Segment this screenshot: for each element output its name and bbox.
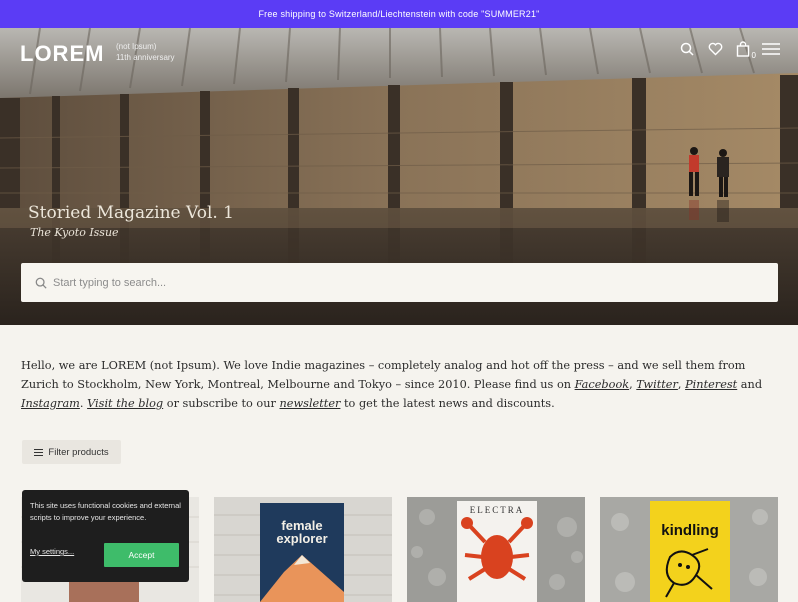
- intro-text: Hello, we are LOREM (not Ipsum). We love…: [21, 356, 781, 413]
- cover-title-2: explorer: [276, 531, 327, 546]
- accept-button[interactable]: Accept: [104, 543, 179, 567]
- product-image: kindling: [600, 497, 778, 602]
- product-card[interactable]: kindling: [600, 497, 778, 602]
- product-image: ELECTRA: [407, 497, 585, 602]
- header-icons: 0: [678, 40, 780, 60]
- newsletter-link[interactable]: newsletter: [280, 397, 341, 410]
- hero-subtitle: The Kyoto Issue: [30, 226, 119, 239]
- filter-products-button[interactable]: Filter products: [22, 440, 121, 464]
- search-input[interactable]: [53, 276, 753, 289]
- intro-dot: .: [79, 397, 88, 410]
- intro-p2: or subscribe to our: [163, 397, 280, 410]
- cookie-settings-link[interactable]: My settings...: [30, 547, 74, 556]
- intro-p3: to get the latest news and discounts.: [340, 397, 555, 410]
- product-image: female explorer: [214, 497, 392, 602]
- bag-icon[interactable]: 0: [734, 40, 756, 60]
- facebook-link[interactable]: Facebook: [575, 378, 630, 391]
- cover-title: kindling: [661, 522, 719, 539]
- cart-count: 0: [751, 51, 756, 60]
- filter-label: Filter products: [48, 446, 109, 458]
- menu-icon[interactable]: [762, 40, 780, 58]
- cookie-text: This site uses functional cookies and ex…: [30, 501, 181, 522]
- hero-title[interactable]: Storied Magazine Vol. 1: [28, 203, 234, 223]
- blog-link[interactable]: Visit the blog: [87, 397, 163, 410]
- site-logo[interactable]: LOREM: [20, 41, 104, 67]
- promo-text: Free shipping to Switzerland/Liechtenste…: [258, 9, 540, 19]
- instagram-link[interactable]: Instagram: [21, 397, 80, 410]
- cover-title: ELECTRA: [470, 505, 525, 515]
- product-card[interactable]: ELECTRA: [407, 497, 585, 602]
- filter-icon: [34, 448, 44, 456]
- product-card[interactable]: female explorer: [214, 497, 392, 602]
- cookie-banner: This site uses functional cookies and ex…: [22, 490, 189, 582]
- logo-tagline-2: 11th anniversary: [116, 53, 175, 62]
- hero-banner[interactable]: LOREM (not Ipsum) 11th anniversary 0 Sto…: [0, 28, 798, 325]
- logo-tagline: (not Ipsum) 11th anniversary: [116, 41, 175, 63]
- promo-banner: Free shipping to Switzerland/Liechtenste…: [0, 0, 798, 28]
- pinterest-link[interactable]: Pinterest: [685, 378, 737, 391]
- search-icon[interactable]: [678, 40, 696, 58]
- search-bar[interactable]: [21, 263, 778, 302]
- search-field-icon: [35, 277, 47, 289]
- intro-and: and: [737, 378, 763, 391]
- logo-tagline-1: (not Ipsum): [116, 42, 157, 51]
- heart-icon[interactable]: [706, 40, 724, 58]
- twitter-link[interactable]: Twitter: [636, 378, 678, 391]
- intro-comma-2: ,: [677, 378, 686, 391]
